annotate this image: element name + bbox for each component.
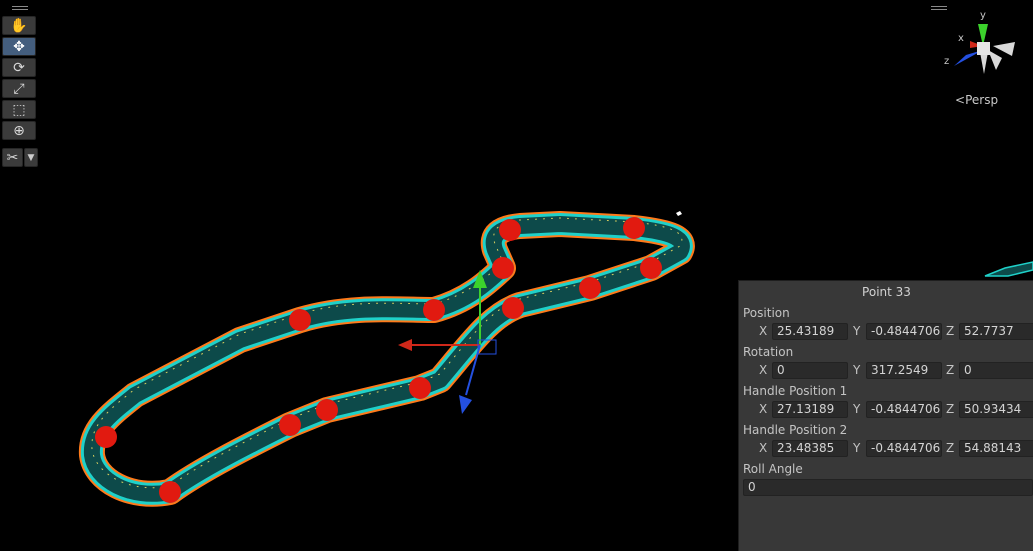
handle-position-2-row: X 23.48385 Y -0.4844706 Z 54.88143 (739, 439, 1033, 459)
handle-position-1-row: X 27.13189 Y -0.4844706 Z 50.93434 (739, 400, 1033, 420)
handle2-x-field[interactable]: 23.48385 (772, 440, 848, 457)
chevron-down-icon: ▼ (27, 152, 35, 163)
control-point (159, 481, 181, 503)
axis-x-label: X (759, 363, 768, 377)
roll-angle-label: Roll Angle (743, 462, 803, 476)
control-point (499, 219, 521, 241)
position-x-field[interactable]: 25.43189 (772, 323, 848, 340)
panel-title: Point 33 (862, 285, 911, 299)
hand-icon: ✋ (10, 17, 28, 34)
axis-y-label: Y (853, 363, 861, 377)
rotation-y-field[interactable]: 317.2549 (866, 362, 942, 379)
point-inspector-panel: Point 33 Position X 25.43189 Y -0.484470… (738, 280, 1033, 551)
gizmo-z-label: z (944, 56, 949, 67)
control-point (502, 297, 524, 319)
transform-icon: ⊕ (13, 122, 25, 139)
rotation-z-field[interactable]: 0 (959, 362, 1033, 379)
axis-z-label: Z (946, 363, 955, 377)
toolbar-grip[interactable] (12, 6, 28, 10)
control-point (409, 377, 431, 399)
rotation-x-field[interactable]: 0 (772, 362, 848, 379)
handle1-z-field[interactable]: 50.93434 (959, 401, 1033, 418)
projection-toggle[interactable]: <Persp (955, 93, 998, 107)
gizmo-neg-y-cone (980, 52, 988, 74)
position-y-field[interactable]: -0.4844706 (866, 323, 942, 340)
handle2-z-field[interactable]: 54.88143 (959, 440, 1033, 457)
hand-tool-button[interactable]: ✋ (2, 16, 36, 35)
control-point (289, 309, 311, 331)
scene-toolbar: ✋ ✥ ⟳ ⤢ ⬚ ⊕ (2, 4, 38, 142)
axis-y-label: Y (853, 441, 861, 455)
custom-tool-dropdown[interactable]: ▼ (24, 148, 38, 167)
rotation-row: X 0 Y 317.2549 Z 0 (739, 361, 1033, 381)
projection-label: Persp (965, 93, 999, 107)
control-point (579, 277, 601, 299)
gizmo-center-cube (977, 42, 990, 55)
rotate-icon: ⟳ (13, 59, 25, 76)
move-tool-button[interactable]: ✥ (2, 37, 36, 56)
axis-y-label: Y (853, 324, 861, 338)
control-point (95, 426, 117, 448)
handle-position-1-label: Handle Position 1 (743, 384, 848, 398)
projection-icon: < (955, 93, 966, 107)
transform-tool-button[interactable]: ⊕ (2, 121, 36, 140)
gizmo-y-label: y (980, 10, 986, 21)
gizmo-neg-x-cone (993, 42, 1015, 56)
roll-angle-row: 0 (739, 478, 1033, 498)
orientation-gizmo[interactable]: y x z (940, 6, 1033, 86)
move-icon: ✥ (13, 38, 25, 55)
control-point (279, 414, 301, 436)
spline-track[interactable] (78, 211, 695, 507)
custom-tool-button[interactable]: ✂ (2, 148, 23, 167)
handle1-y-field[interactable]: -0.4844706 (866, 401, 942, 418)
position-row: X 25.43189 Y -0.4844706 Z 52.7737 (739, 322, 1033, 342)
control-point (423, 299, 445, 321)
axis-z-label: Z (946, 402, 955, 416)
handle2-y-field[interactable]: -0.4844706 (866, 440, 942, 457)
control-point (492, 257, 514, 279)
position-z-field[interactable]: 52.7737 (959, 323, 1033, 340)
scale-tool-button[interactable]: ⤢ (2, 79, 36, 98)
axis-y-label: Y (853, 402, 861, 416)
handle-position-2-label: Handle Position 2 (743, 423, 848, 437)
axis-x-label: X (759, 441, 768, 455)
rotate-tool-button[interactable]: ⟳ (2, 58, 36, 77)
handle1-x-field[interactable]: 27.13189 (772, 401, 848, 418)
gizmo-neg-z-cone (988, 50, 1002, 70)
position-label: Position (743, 306, 790, 320)
axis-z-label: Z (946, 441, 955, 455)
rect-tool-button[interactable]: ⬚ (2, 100, 36, 119)
axis-x-label: X (759, 402, 768, 416)
axis-x-label: X (759, 324, 768, 338)
control-point (623, 217, 645, 239)
offscreen-track-fragment (984, 261, 1033, 277)
rotation-label: Rotation (743, 345, 794, 359)
scene-marker-icon (676, 211, 682, 216)
control-point (640, 257, 662, 279)
axis-z-label: Z (946, 324, 955, 338)
rect-icon: ⬚ (12, 101, 26, 118)
wrench-icon: ✂ (6, 149, 19, 166)
control-point (316, 399, 338, 421)
gizmo-x-label: x (958, 33, 964, 44)
roll-angle-field[interactable]: 0 (743, 479, 1033, 496)
custom-tool-group: ✂ ▼ (2, 148, 38, 169)
scale-icon: ⤢ (13, 80, 25, 97)
